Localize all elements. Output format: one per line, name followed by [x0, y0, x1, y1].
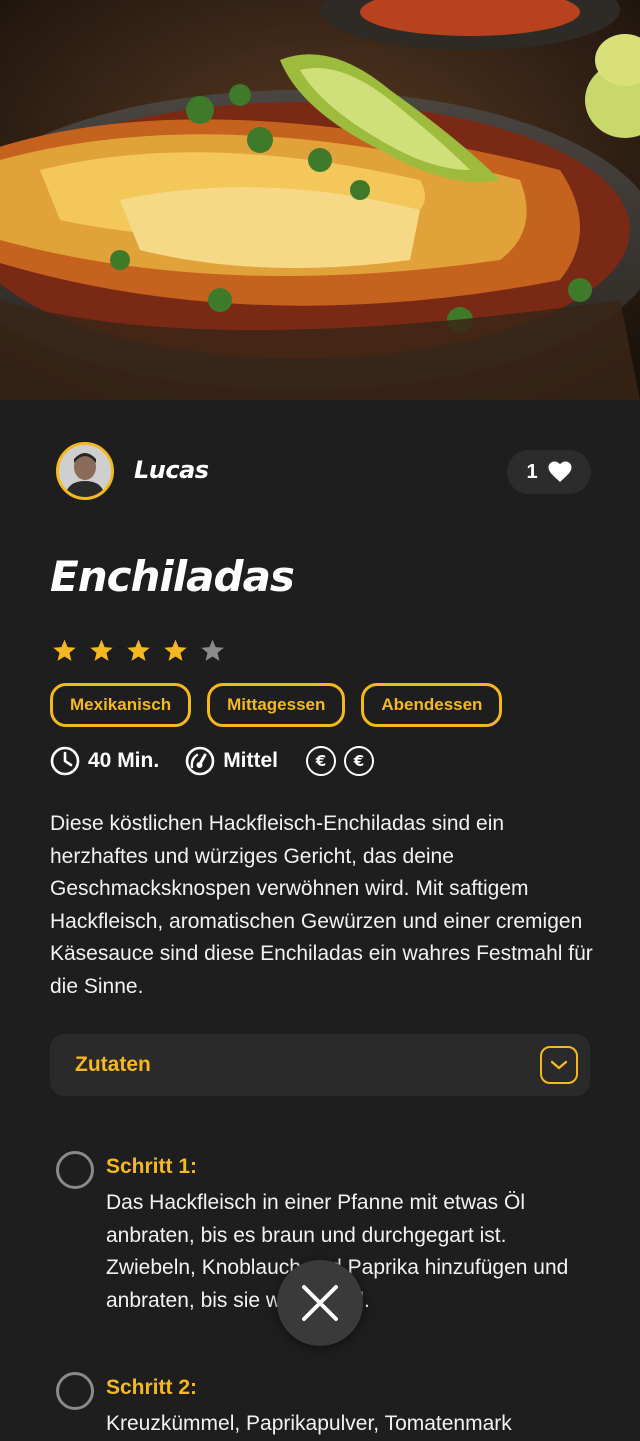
tag-chip[interactable]: Mexikanisch — [50, 683, 192, 727]
like-button[interactable]: 1 — [507, 450, 591, 494]
recipe-hero-image — [0, 0, 640, 400]
step-checkbox[interactable] — [56, 1151, 94, 1189]
step-title: Schritt 1: — [106, 1155, 198, 1178]
close-icon — [302, 1285, 338, 1321]
star-icon — [53, 639, 76, 661]
gauge-icon — [185, 746, 215, 776]
recipe-title: Enchiladas — [50, 552, 295, 601]
cost-level: € € — [306, 746, 375, 776]
avatar-photo — [59, 445, 111, 497]
star-icon — [201, 639, 224, 661]
recipe-meta: 40 Min. Mittel € € — [50, 745, 375, 777]
enchiladas-photo — [0, 0, 640, 400]
clock-icon — [50, 746, 80, 776]
step-text: Kreuzkümmel, Paprikapulver, Tomatenmark — [106, 1412, 512, 1435]
cook-time: 40 Min. — [50, 746, 159, 776]
star-icon — [164, 639, 187, 661]
like-count: 1 — [526, 460, 538, 483]
tag-list: Mexikanisch Mittagessen Abendessen — [50, 683, 503, 727]
close-button[interactable] — [277, 1260, 363, 1346]
euro-icon: € — [344, 746, 375, 776]
star-icon — [127, 639, 150, 661]
tag-chip[interactable]: Abendessen — [361, 683, 503, 727]
author-name[interactable]: Lucas — [134, 456, 209, 484]
euro-icon: € — [306, 746, 337, 776]
author-avatar[interactable] — [56, 442, 114, 500]
chevron-down-icon — [550, 1060, 568, 1070]
heart-icon — [548, 461, 572, 482]
tag-chip[interactable]: Mittagessen — [207, 683, 346, 727]
cook-time-value: 40 Min. — [88, 749, 160, 772]
ingredients-label: Zutaten — [75, 1053, 151, 1076]
difficulty-value: Mittel — [223, 749, 279, 772]
expand-ingredients-button[interactable] — [540, 1046, 578, 1084]
ingredients-accordion[interactable]: Zutaten — [50, 1034, 590, 1096]
author-row: Lucas 1 — [56, 442, 591, 504]
star-icon — [90, 639, 113, 661]
step-checkbox[interactable] — [56, 1372, 94, 1410]
step-title: Schritt 2: — [106, 1376, 198, 1399]
rating-stars — [52, 638, 225, 663]
difficulty: Mittel — [185, 746, 278, 776]
recipe-description: Diese köstlichen Hackfleisch-Enchiladas … — [50, 812, 593, 998]
